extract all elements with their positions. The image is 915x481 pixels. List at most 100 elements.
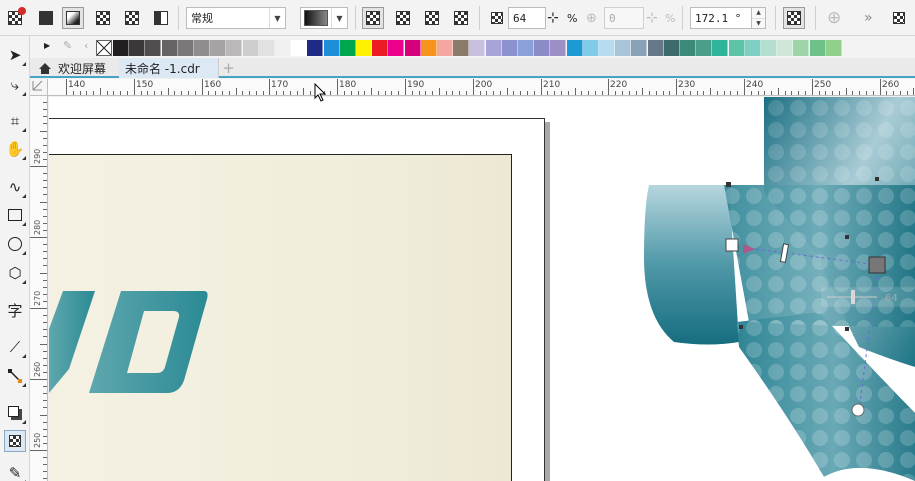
palette-swatch[interactable] [567,40,583,56]
pan-tool[interactable]: ✋ [4,138,26,160]
freeze-transparency-button[interactable] [783,7,805,29]
palette-swatch[interactable] [113,40,129,56]
palette-swatch[interactable] [421,40,437,56]
chevron-left-icon[interactable]: ‹ [84,39,88,52]
palette-swatch[interactable] [648,40,664,56]
no-transparency-button[interactable] [4,7,26,29]
vector-pattern-transparency-button[interactable] [92,7,114,29]
palette-scroll-icon[interactable]: ▶ [44,41,50,50]
gradient-picker-dropdown[interactable]: ▼ [300,7,348,29]
palette-swatch[interactable] [518,40,534,56]
palette-swatch[interactable] [680,40,696,56]
palette-swatch[interactable] [453,40,469,56]
palette-swatch[interactable] [664,40,680,56]
palette-swatch[interactable] [226,40,242,56]
palette-swatch[interactable] [437,40,453,56]
selection-handle[interactable] [845,327,849,331]
slider-icon[interactable]: ⊹ [547,10,559,26]
overflow-chevron-icon[interactable]: » [864,10,873,26]
palette-swatch[interactable] [129,40,145,56]
palette-swatch[interactable] [340,40,356,56]
palette-swatch[interactable] [405,40,421,56]
palette-swatch[interactable] [194,40,210,56]
palette-swatch[interactable] [550,40,566,56]
palette-swatch[interactable] [761,40,777,56]
transparency-tool[interactable] [4,430,26,452]
eyedropper-tool[interactable]: ✎ [4,462,26,481]
end-node[interactable] [868,256,886,274]
start-node[interactable] [725,238,739,252]
connector-tool[interactable] [4,365,26,387]
palette-swatch[interactable] [729,40,745,56]
tab-welcome[interactable]: 欢迎屏幕 [32,58,112,78]
rectangular-fountain-button[interactable] [450,7,472,29]
palette-swatch[interactable] [810,40,826,56]
angle-spinner[interactable]: ▲ ▼ [752,7,766,29]
palette-swatch[interactable] [243,40,259,56]
palette-swatch[interactable] [583,40,599,56]
palette-swatch[interactable] [356,40,372,56]
drop-shadow-tool[interactable] [4,402,26,424]
horizontal-ruler[interactable]: 140 150 160 170 180 190 200 210 220 230 240 250 260 [48,79,915,96]
palette-swatch[interactable] [275,40,291,56]
angle-field[interactable]: 172.1 ° [690,7,752,29]
angle-node[interactable] [851,403,865,417]
palette-swatch[interactable] [826,40,842,56]
palette-swatch[interactable] [145,40,161,56]
palette-swatch[interactable] [615,40,631,56]
palette-swatch[interactable] [291,40,307,56]
palette-swatch[interactable] [178,40,194,56]
ellipse-tool[interactable] [4,233,26,255]
rectangle-tool[interactable] [4,204,26,226]
bitmap-pattern-transparency-button[interactable] [121,7,143,29]
no-color-swatch[interactable] [96,40,112,56]
add-icon[interactable]: ⊕ [827,8,841,28]
palette-swatch[interactable] [259,40,275,56]
ruler-origin[interactable] [30,79,48,96]
vertical-ruler[interactable]: 290 280 270 260 250 [30,96,48,481]
shape-tool[interactable]: ⤷ [4,74,26,96]
conical-fountain-button[interactable] [421,7,443,29]
palette-swatch[interactable] [745,40,761,56]
crop-tool[interactable]: ⌗ [4,110,26,132]
parallel-dimension-tool[interactable]: ⟋ [4,336,26,358]
elliptical-fountain-button[interactable] [392,7,414,29]
node-transparency-field[interactable]: 64 [508,7,546,29]
eyedropper-icon[interactable]: ✎ [63,39,72,52]
ribbon-artwork[interactable]: 64 [589,97,915,481]
tab-document[interactable]: 未命名 -1.cdr [119,58,218,78]
text-tool[interactable]: 字 [4,299,26,321]
palette-swatch[interactable] [372,40,388,56]
palette-swatch[interactable] [631,40,647,56]
palette-swatch[interactable] [469,40,485,56]
selection-handle[interactable] [875,177,879,181]
selection-handle[interactable] [845,235,849,239]
palette-swatch[interactable] [162,40,178,56]
palette-swatch[interactable] [307,40,323,56]
palette-swatch[interactable] [712,40,728,56]
palette-swatch[interactable] [777,40,793,56]
palette-swatch[interactable] [210,40,226,56]
blend-mode-dropdown[interactable]: 常规 ▼ [186,7,286,29]
palette-swatch[interactable] [793,40,809,56]
selection-handle[interactable] [739,325,743,329]
linear-fountain-button[interactable] [362,7,384,29]
fountain-transparency-button[interactable] [62,7,84,29]
node-position-field[interactable]: 0 [604,7,644,29]
palette-swatch[interactable] [486,40,502,56]
palette-swatch[interactable] [696,40,712,56]
palette-swatch[interactable] [599,40,615,56]
drawing-canvas[interactable]: 64 [49,97,915,481]
polygon-tool[interactable]: ⬡ [4,262,26,284]
selection-handle[interactable] [726,182,731,187]
two-color-pattern-transparency-button[interactable] [150,7,172,29]
jd-logo-artwork[interactable] [49,289,219,395]
uniform-transparency-button[interactable] [35,7,57,29]
palette-swatch[interactable] [534,40,550,56]
freehand-tool[interactable]: ∿ [4,176,26,198]
palette-swatch[interactable] [502,40,518,56]
pick-tool[interactable]: ➤ [4,44,26,66]
transparency-settings-button[interactable] [888,7,910,29]
palette-swatch[interactable] [388,40,404,56]
palette-swatch[interactable] [324,40,340,56]
